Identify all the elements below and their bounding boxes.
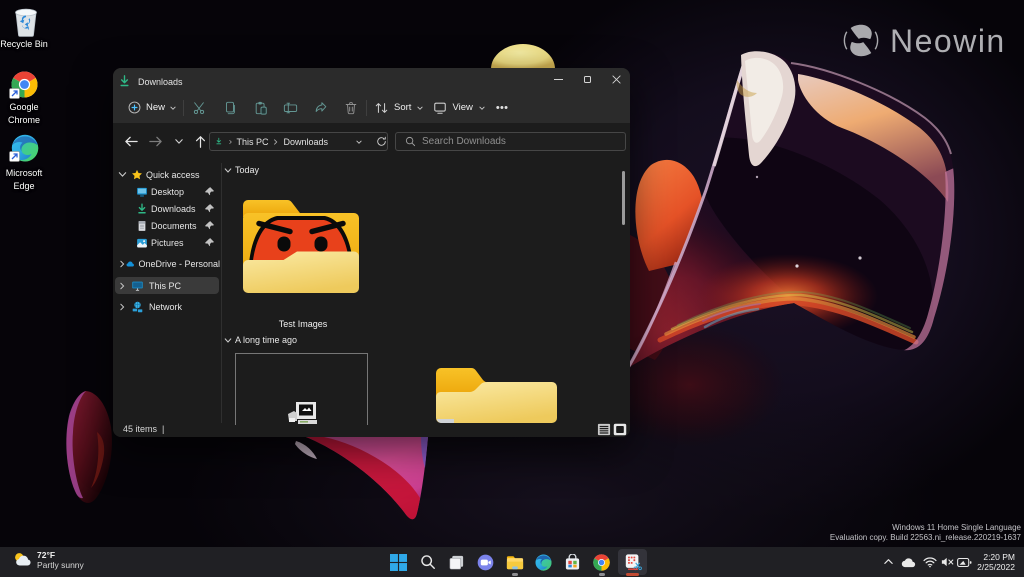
- svg-text:Neowin: Neowin: [890, 23, 1006, 59]
